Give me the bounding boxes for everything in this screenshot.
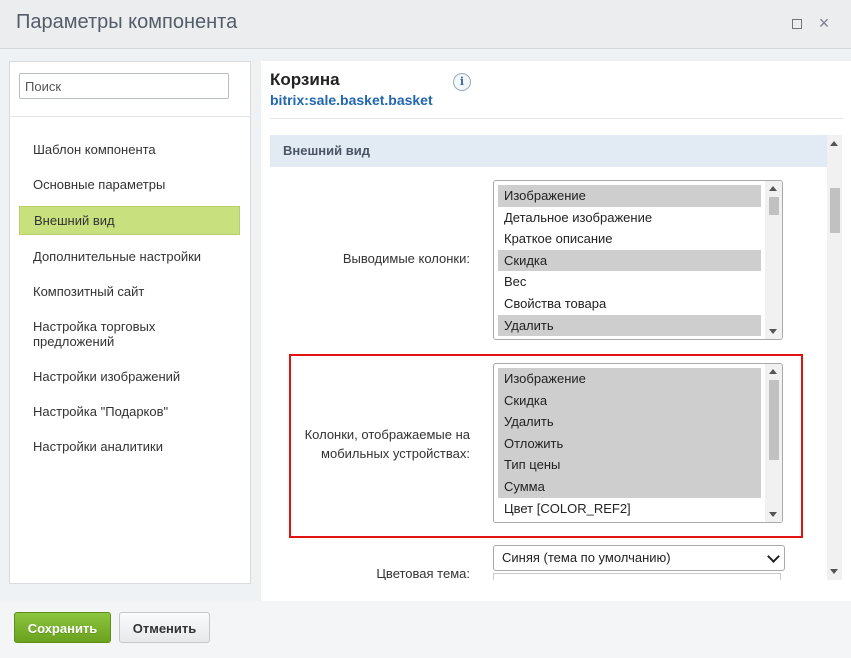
list-item[interactable]: Краткое описание [498,228,761,250]
list-item[interactable]: Сумма [498,475,761,498]
sidebar-nav: Шаблон компонента Основные параметры Вне… [10,136,250,468]
chevron-down-icon [767,550,780,563]
next-field-partial [493,573,781,580]
sidebar-item-composite[interactable]: Композитный сайт [10,278,250,305]
list-item[interactable]: Изображение [498,185,761,207]
sidebar-item-additional[interactable]: Дополнительные настройки [10,243,250,270]
list-item[interactable]: Изображение [498,368,761,390]
sidebar-item-template[interactable]: Шаблон компонента [10,136,250,163]
cancel-button[interactable]: Отменить [119,612,210,643]
scroll-thumb[interactable] [769,197,779,215]
list-item[interactable]: Тип цены [498,454,761,476]
sidebar-item-gifts[interactable]: Настройка "Подарков" [10,398,250,425]
component-id: bitrix:sale.basket.basket [270,92,433,108]
component-parameters-dialog: Параметры компонента × Шаблон компонента… [0,0,851,658]
content-panel: Корзина i bitrix:sale.basket.basket Внеш… [261,61,851,601]
header-divider [270,118,843,119]
listbox-scrollbar[interactable] [765,364,782,522]
dialog-body: Шаблон компонента Основные параметры Вне… [0,49,851,601]
sidebar: Шаблон компонента Основные параметры Вне… [9,61,251,584]
theme-label: Цветовая тема: [376,566,470,580]
columns-listbox[interactable]: Изображение Детальное изображение Кратко… [493,180,783,340]
list-item[interactable]: Удалить [498,411,761,433]
list-item[interactable]: Свойства товара [498,293,761,315]
sidebar-item-appearance[interactable]: Внешний вид [19,206,240,235]
scroll-down-icon[interactable] [769,329,777,334]
params-scroll-area: Внешний вид Выводимые колонки: Изображен… [270,135,842,580]
section-header: Внешний вид [270,135,827,167]
list-item[interactable]: Скидка [498,389,761,412]
save-button[interactable]: Сохранить [14,612,111,643]
dialog-title: Параметры компонента [16,11,238,33]
columns-label: Выводимые колонки: [342,251,470,266]
scroll-thumb[interactable] [830,188,840,233]
list-item[interactable]: Удалить [498,314,761,337]
sidebar-item-images[interactable]: Настройки изображений [10,363,250,390]
list-item[interactable]: Вес [498,271,761,293]
theme-select-value: Синяя (тема по умолчанию) [502,550,671,565]
sidebar-item-trade-offers[interactable]: Настройка торговых предложений [10,313,193,355]
info-icon[interactable]: i [453,73,471,91]
title-bar: Параметры компонента × [0,0,851,49]
content-scrollbar[interactable] [827,135,842,580]
mobile-columns-label: Колонки, отображаемые на мобильных устро… [304,427,470,461]
scroll-down-icon[interactable] [830,569,838,574]
list-item[interactable]: Цвет [COLOR_REF2] [498,498,761,520]
scroll-down-icon[interactable] [769,512,777,517]
sidebar-item-main-params[interactable]: Основные параметры [10,171,250,198]
sidebar-item-analytics[interactable]: Настройки аналитики [10,433,250,460]
maximize-icon[interactable] [787,14,805,32]
close-icon[interactable]: × [815,14,833,32]
scroll-up-icon[interactable] [769,186,777,191]
component-title: Корзина [270,70,340,89]
listbox-scrollbar[interactable] [765,181,782,339]
list-item[interactable]: Детальное изображение [498,207,761,229]
scroll-up-icon[interactable] [830,141,838,146]
sidebar-divider [10,116,250,117]
scroll-thumb[interactable] [769,380,779,460]
dialog-footer: Сохранить Отменить [0,601,851,658]
theme-select[interactable]: Синяя (тема по умолчанию) [493,545,785,571]
list-item[interactable]: Скидка [498,249,761,272]
mobile-columns-listbox[interactable]: Изображение Скидка Удалить Отложить Тип … [493,363,783,523]
scroll-up-icon[interactable] [769,369,777,374]
search-input[interactable] [19,73,229,99]
list-item[interactable]: Отложить [498,432,761,455]
